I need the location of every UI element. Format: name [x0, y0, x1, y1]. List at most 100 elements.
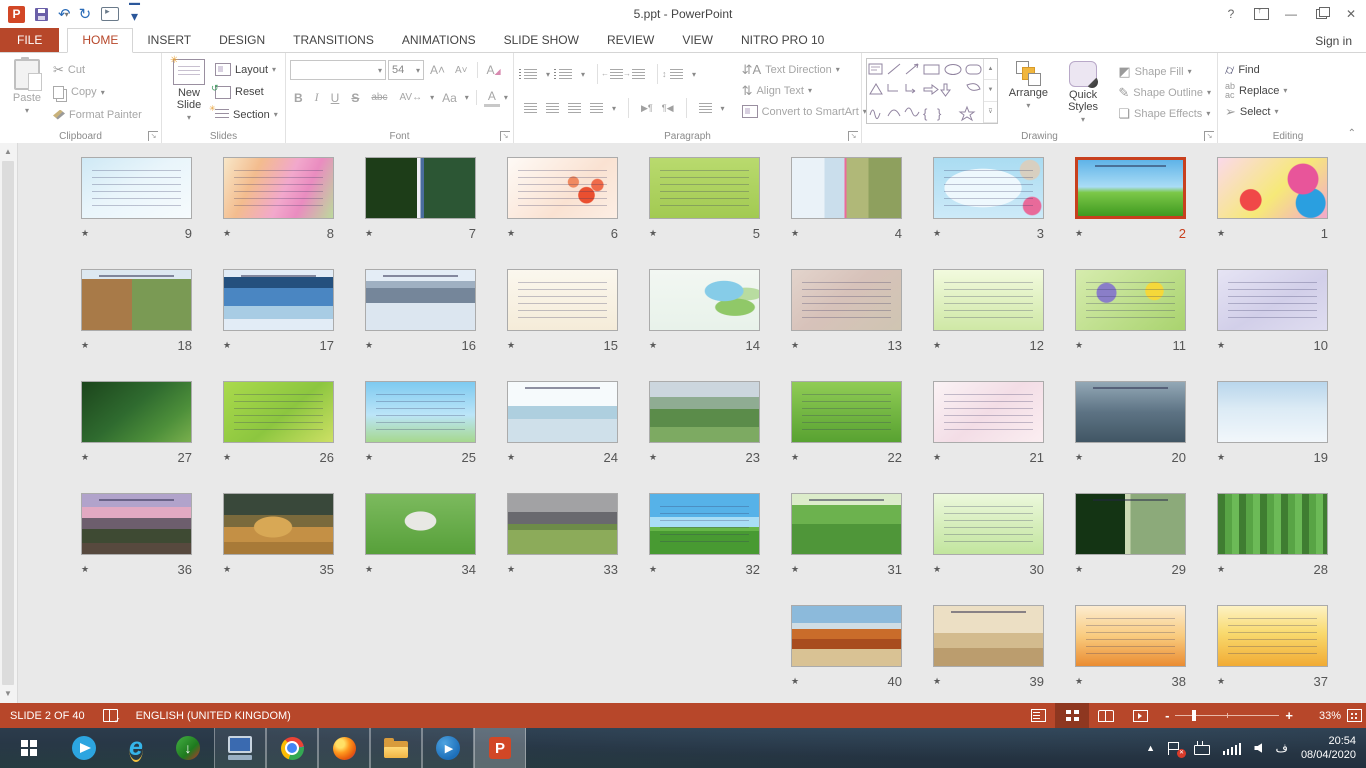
- transition-star-icon[interactable]: ★: [365, 228, 373, 239]
- section-button[interactable]: Section▾: [212, 104, 281, 125]
- transition-star-icon[interactable]: ★: [649, 564, 657, 575]
- zoom-slider[interactable]: [1175, 715, 1279, 716]
- undo-button[interactable]: ↶▾: [58, 4, 69, 24]
- slide-thumbnail-32[interactable]: [649, 493, 760, 555]
- shapes-gallery[interactable]: { } ▲▼⊽: [866, 58, 998, 124]
- slide-thumbnail-19[interactable]: [1217, 381, 1328, 443]
- collapse-ribbon-button[interactable]: ⌃: [1348, 128, 1356, 139]
- slide-thumbnail-7[interactable]: [365, 157, 476, 219]
- slide-thumbnail-34[interactable]: [365, 493, 476, 555]
- slide-thumbnail-6[interactable]: [507, 157, 618, 219]
- slide-thumbnail-28[interactable]: [1217, 493, 1328, 555]
- tab-insert[interactable]: INSERT: [133, 29, 205, 52]
- transition-star-icon[interactable]: ★: [649, 452, 657, 463]
- transition-star-icon[interactable]: ★: [933, 228, 941, 239]
- transition-star-icon[interactable]: ★: [1217, 452, 1225, 463]
- taskbar-button-start[interactable]: [0, 728, 58, 768]
- sign-in-link[interactable]: Sign in: [1315, 34, 1352, 48]
- zoom-in-button[interactable]: +: [1285, 708, 1293, 723]
- slide-thumbnail-30[interactable]: [933, 493, 1044, 555]
- font-dialog-launcher[interactable]: ↘: [500, 131, 510, 141]
- decrease-indent-button[interactable]: [610, 69, 623, 79]
- tab-transitions[interactable]: TRANSITIONS: [279, 29, 388, 52]
- view-slideshow-button[interactable]: [1123, 703, 1157, 728]
- redo-button[interactable]: ↻: [79, 4, 92, 24]
- transition-star-icon[interactable]: ★: [223, 452, 231, 463]
- transition-star-icon[interactable]: ★: [1075, 228, 1083, 239]
- slide-thumbnail-29[interactable]: [1075, 493, 1186, 555]
- transition-star-icon[interactable]: ★: [507, 228, 515, 239]
- shapes-gallery-scrollbar[interactable]: ▲▼⊽: [983, 59, 997, 123]
- align-left-button[interactable]: [524, 103, 537, 113]
- zoom-level[interactable]: 33%: [1301, 710, 1341, 722]
- align-center-button[interactable]: [546, 103, 559, 113]
- transition-star-icon[interactable]: ★: [933, 676, 941, 687]
- find-button[interactable]: ⌭Find: [1222, 59, 1263, 80]
- columns-button[interactable]: [699, 103, 712, 113]
- slide-thumbnail-16[interactable]: [365, 269, 476, 331]
- ltr-direction-button[interactable]: ▶¶: [641, 103, 653, 114]
- slide-thumbnail-23[interactable]: [649, 381, 760, 443]
- transition-star-icon[interactable]: ★: [933, 452, 941, 463]
- view-normal-button[interactable]: [1021, 703, 1055, 728]
- tab-file[interactable]: FILE: [0, 28, 59, 52]
- taskbar-button-file-explorer[interactable]: [370, 728, 422, 768]
- rtl-direction-button[interactable]: ¶◀: [662, 103, 674, 114]
- customize-qat-button[interactable]: ▔▾: [129, 4, 140, 24]
- tab-review[interactable]: REVIEW: [593, 29, 668, 52]
- character-spacing-button[interactable]: AV↔: [395, 91, 426, 104]
- network-signal-icon[interactable]: [1223, 742, 1242, 755]
- tab-slide-show[interactable]: SLIDE SHOW: [490, 29, 593, 52]
- help-button[interactable]: ?: [1216, 0, 1246, 28]
- clear-formatting-button[interactable]: A◢: [483, 62, 505, 78]
- slide-thumbnail-12[interactable]: [933, 269, 1044, 331]
- slide-thumbnail-9[interactable]: [81, 157, 192, 219]
- transition-star-icon[interactable]: ★: [1217, 340, 1225, 351]
- transition-star-icon[interactable]: ★: [791, 676, 799, 687]
- transition-star-icon[interactable]: ★: [1217, 676, 1225, 687]
- transition-star-icon[interactable]: ★: [365, 452, 373, 463]
- transition-star-icon[interactable]: ★: [223, 564, 231, 575]
- slide-thumbnail-8[interactable]: [223, 157, 334, 219]
- transition-star-icon[interactable]: ★: [81, 452, 89, 463]
- slide-thumbnail-33[interactable]: [507, 493, 618, 555]
- font-color-button[interactable]: A: [484, 88, 500, 107]
- start-slideshow-button[interactable]: [101, 4, 119, 24]
- bullets-button[interactable]: [524, 69, 537, 79]
- ribbon-display-options-button[interactable]: [1246, 0, 1276, 28]
- transition-star-icon[interactable]: ★: [791, 564, 799, 575]
- slide-thumbnail-37[interactable]: [1217, 605, 1328, 667]
- slide-indicator[interactable]: SLIDE 2 OF 40: [10, 710, 85, 722]
- change-case-button[interactable]: Aa: [438, 90, 461, 106]
- transition-star-icon[interactable]: ★: [791, 228, 799, 239]
- transition-star-icon[interactable]: ★: [791, 452, 799, 463]
- tab-view[interactable]: VIEW: [668, 29, 727, 52]
- transition-star-icon[interactable]: ★: [1075, 340, 1083, 351]
- align-text-button[interactable]: ⇅Align Text▾: [739, 80, 870, 101]
- transition-star-icon[interactable]: ★: [1217, 228, 1225, 239]
- slide-thumbnail-13[interactable]: [791, 269, 902, 331]
- view-slide-sorter-button[interactable]: [1055, 703, 1089, 728]
- volume-icon[interactable]: [1254, 743, 1262, 753]
- minimize-button[interactable]: —: [1276, 0, 1306, 28]
- clock[interactable]: 20:54 08/04/2020: [1301, 734, 1356, 762]
- tab-animations[interactable]: ANIMATIONS: [388, 29, 490, 52]
- transition-star-icon[interactable]: ★: [507, 340, 515, 351]
- transition-star-icon[interactable]: ★: [1075, 452, 1083, 463]
- save-button[interactable]: [35, 4, 48, 24]
- taskbar-button-telegram[interactable]: [58, 728, 110, 768]
- shape-outline-button[interactable]: ✎Shape Outline▾: [1115, 82, 1214, 103]
- copy-button[interactable]: Copy▾: [50, 82, 145, 103]
- slide-thumbnail-1[interactable]: [1217, 157, 1328, 219]
- slide-thumbnail-18[interactable]: [81, 269, 192, 331]
- shape-fill-button[interactable]: ◩Shape Fill▾: [1115, 61, 1214, 82]
- zoom-out-button[interactable]: -: [1165, 708, 1169, 723]
- slide-thumbnail-22[interactable]: [791, 381, 902, 443]
- slide-thumbnail-11[interactable]: [1075, 269, 1186, 331]
- taskbar-button-chrome[interactable]: [266, 728, 318, 768]
- tab-design[interactable]: DESIGN: [205, 29, 279, 52]
- slide-thumbnail-26[interactable]: [223, 381, 334, 443]
- transition-star-icon[interactable]: ★: [1075, 676, 1083, 687]
- transition-star-icon[interactable]: ★: [507, 452, 515, 463]
- bold-button[interactable]: B: [290, 90, 307, 106]
